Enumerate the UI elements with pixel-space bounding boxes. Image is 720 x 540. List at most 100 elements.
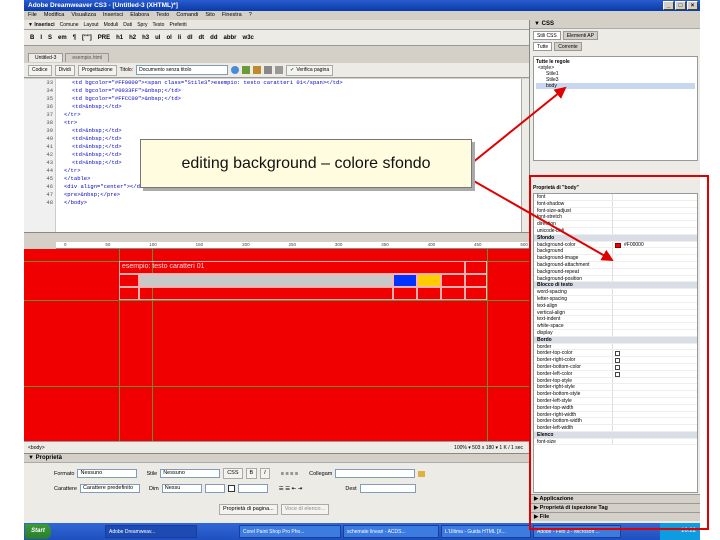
ul-button[interactable]: ul <box>155 35 160 41</box>
target-select[interactable] <box>359 484 416 493</box>
tab-all[interactable]: Tutte <box>533 42 553 51</box>
refresh-icon[interactable] <box>253 66 262 74</box>
italic-button[interactable]: I <box>40 35 42 41</box>
visual-aids-icon[interactable] <box>275 66 284 74</box>
tab-current[interactable]: Corrente <box>554 42 582 51</box>
table-cell[interactable] <box>139 287 393 300</box>
rule-item-selected[interactable]: body <box>536 83 695 89</box>
insert-tab[interactable]: Moduli <box>104 20 119 29</box>
page-title-input[interactable]: Documento senza titolo <box>136 65 229 75</box>
table-cell[interactable] <box>417 287 441 300</box>
strong-button[interactable]: S <box>48 35 52 41</box>
h2-button[interactable]: h2 <box>129 35 136 41</box>
table-cell-yellow[interactable] <box>417 274 441 287</box>
preview-icon[interactable] <box>242 66 251 74</box>
table-cell[interactable] <box>119 274 139 287</box>
pre-button[interactable]: PRE <box>98 35 110 41</box>
ol-button[interactable]: ol <box>166 35 171 41</box>
menu-item[interactable]: Comandi <box>176 11 198 20</box>
menu-item[interactable]: File <box>28 11 37 20</box>
table-cell[interactable] <box>465 287 487 300</box>
code-view-button[interactable]: Codice <box>28 64 52 76</box>
code-vertical-scrollbar[interactable] <box>521 79 529 232</box>
verify-page-button[interactable]: ✔ Verifica pagina <box>286 64 334 76</box>
maximize-button[interactable]: □ <box>675 1 686 10</box>
menu-item[interactable]: Sito <box>205 11 214 20</box>
insert-tab[interactable]: Comune <box>60 20 79 29</box>
insert-tab[interactable]: Spry <box>137 20 147 29</box>
design-view[interactable]: esempio: testo caratteri 01 <box>24 249 529 441</box>
taskbar-item[interactable]: Corel Paint Shop Pro Pho... <box>239 525 341 538</box>
list-item-button[interactable]: Voce di elenco... <box>280 504 330 515</box>
split-view-button[interactable]: Dividi <box>54 64 75 76</box>
start-button[interactable]: Start <box>25 524 51 539</box>
insert-tab[interactable]: Layout <box>84 20 99 29</box>
insert-tab[interactable]: Preferiti <box>169 20 186 29</box>
table-cell[interactable] <box>393 287 417 300</box>
code-horizontal-scrollbar[interactable] <box>24 232 529 242</box>
dt-button[interactable]: dt <box>199 35 205 41</box>
tab-ap-elements[interactable]: Elementi AP <box>562 31 598 40</box>
tab-css-styles[interactable]: Stili CSS <box>533 31 561 40</box>
bold-prop-button[interactable]: B <box>245 468 258 479</box>
table-cell-selected[interactable] <box>139 274 393 287</box>
minimize-button[interactable]: _ <box>663 1 674 10</box>
page-properties-button[interactable]: Proprietà di pagina... <box>219 504 278 515</box>
taskbar-item[interactable]: schemate lineari - ACDS... <box>343 525 439 538</box>
menu-item[interactable]: Visualizza <box>71 11 96 20</box>
h1-button[interactable]: h1 <box>116 35 123 41</box>
css-panel-header[interactable]: ▼ CSS <box>530 20 700 29</box>
menu-item[interactable]: Modifica <box>44 11 64 20</box>
close-button[interactable]: × <box>687 1 698 10</box>
table-cell-blue[interactable] <box>393 274 417 287</box>
view-options-icon[interactable] <box>264 66 273 74</box>
paragraph-button[interactable]: ¶ <box>73 35 76 41</box>
abbr-button[interactable]: abbr <box>224 35 237 41</box>
folder-icon[interactable] <box>418 470 426 477</box>
taskbar-item[interactable]: Adobe Dreamweav... <box>105 525 197 538</box>
menu-item[interactable]: Inserisci <box>103 11 123 20</box>
color-swatch-icon[interactable] <box>227 485 235 492</box>
table-cell[interactable] <box>441 287 465 300</box>
format-select[interactable]: Nessuno <box>77 469 138 478</box>
css-button[interactable]: CSS <box>223 468 243 479</box>
menu-item[interactable]: ? <box>249 11 252 20</box>
h3-button[interactable]: h3 <box>142 35 149 41</box>
properties-title[interactable]: ▼ Proprietà <box>24 454 529 463</box>
menu-item[interactable]: Finestra <box>222 11 242 20</box>
dl-button[interactable]: dl <box>187 35 192 41</box>
table-cell[interactable] <box>465 274 487 287</box>
li-button[interactable]: li <box>178 35 181 41</box>
size-select[interactable]: Nessu <box>161 484 202 493</box>
menu-item[interactable]: Testo <box>156 11 169 20</box>
em-button[interactable]: em <box>58 35 67 41</box>
doc-tab-esempio[interactable]: esempio.html <box>65 53 110 62</box>
design-table[interactable]: esempio: testo caratteri 01 <box>119 261 487 300</box>
tag-selector[interactable]: <body> <box>28 445 45 451</box>
dd-button[interactable]: dd <box>210 35 217 41</box>
list-icons[interactable]: ☰ ☰ ⇤ ⇥ <box>279 486 303 492</box>
table-cell[interactable] <box>119 287 139 300</box>
doc-tab-untitled[interactable]: Untitled-3 <box>28 53 64 62</box>
table-cell[interactable] <box>441 274 465 287</box>
insert-bar-header[interactable]: ▼ Inserisci <box>28 20 55 29</box>
color-input[interactable] <box>237 484 268 493</box>
font-select[interactable]: Carattere predefinito <box>79 484 140 493</box>
css-rules-list[interactable]: Tutte le regole <style> Stile1 Stile3 bo… <box>533 56 698 161</box>
design-view-button[interactable]: Progettazione <box>77 64 117 76</box>
insert-tab[interactable]: Testo <box>152 20 164 29</box>
link-input[interactable] <box>335 469 416 478</box>
unit-select[interactable] <box>204 484 225 493</box>
globe-icon[interactable] <box>231 66 240 74</box>
blockquote-button[interactable]: [""] <box>82 35 92 41</box>
bold-button[interactable]: B <box>30 35 34 41</box>
insert-tab[interactable]: Dati <box>123 20 132 29</box>
menu-item[interactable]: Elabora <box>130 11 149 20</box>
italic-prop-button[interactable]: I <box>260 468 270 479</box>
taskbar-item[interactable]: L'Ultima - Guida HTML [X... <box>441 525 531 538</box>
table-cell[interactable]: esempio: testo caratteri 01 <box>119 261 465 274</box>
align-icons[interactable]: ≡ ≡ ≡ ≡ <box>281 471 298 477</box>
style-select[interactable]: Nessuno <box>160 469 221 478</box>
w3c-button[interactable]: w3c <box>243 35 254 41</box>
table-cell[interactable] <box>465 261 487 274</box>
